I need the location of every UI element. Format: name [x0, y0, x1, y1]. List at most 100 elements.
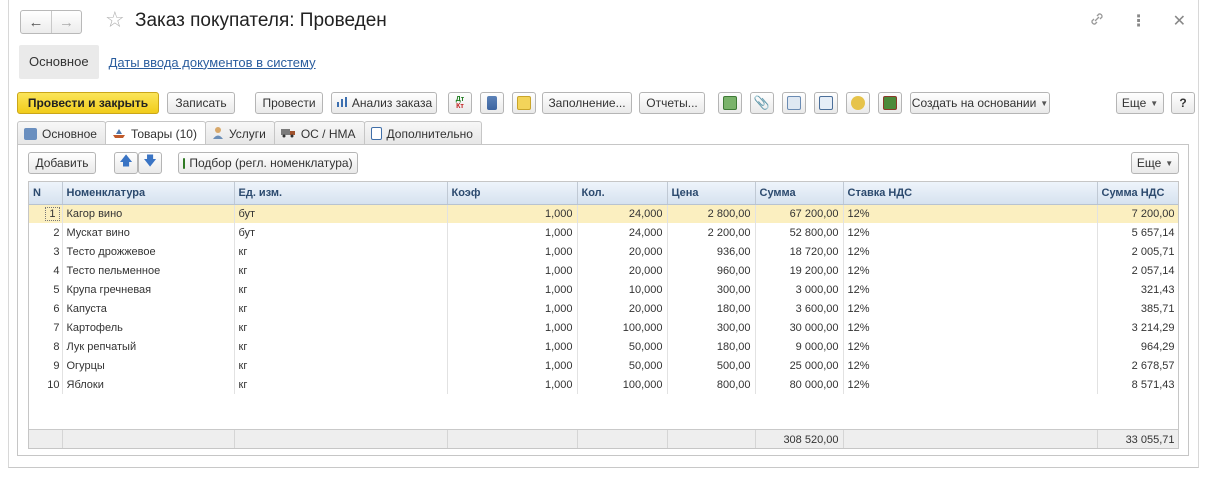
table-cell[interactable]: Тесто дрожжевое: [62, 242, 235, 261]
table-cell[interactable]: 19 200,00: [755, 261, 844, 280]
table-cell[interactable]: кг: [234, 356, 448, 375]
more-vertical-icon[interactable]: ⋮: [1131, 11, 1147, 32]
table-cell[interactable]: кг: [234, 375, 448, 394]
table-row[interactable]: 8 Лук репчатый кг 1,000 50,000 180,00 9 000,00…: [29, 337, 1178, 356]
table-cell[interactable]: 3 000,00: [755, 280, 844, 299]
table-more-button[interactable]: Еще ▼: [1131, 152, 1179, 174]
help-button[interactable]: ?: [1171, 92, 1195, 114]
table-cell[interactable]: кг: [234, 337, 448, 356]
table-cell[interactable]: кг: [234, 261, 448, 280]
table-cell[interactable]: 385,71: [1097, 299, 1178, 318]
table-cell[interactable]: 3: [29, 242, 63, 261]
table-cell[interactable]: 10: [29, 375, 63, 394]
fill-button[interactable]: Заполнение...: [542, 92, 632, 114]
table-cell[interactable]: Крупа гречневая: [62, 280, 235, 299]
table-cell[interactable]: 80 000,00: [755, 375, 844, 394]
table-cell[interactable]: 3 600,00: [755, 299, 844, 318]
table-cell[interactable]: 20,000: [577, 261, 668, 280]
tab-services[interactable]: Услуги: [204, 121, 275, 145]
table-cell[interactable]: 4: [29, 261, 63, 280]
table-cell[interactable]: 12%: [843, 337, 1098, 356]
table-cell[interactable]: 1,000: [447, 299, 578, 318]
list-doc-button[interactable]: [480, 92, 504, 114]
table-cell[interactable]: 12%: [843, 375, 1098, 394]
payment-button[interactable]: [846, 92, 870, 114]
table-cell[interactable]: 6: [29, 299, 63, 318]
table-cell[interactable]: 7 200,00: [1097, 204, 1178, 223]
table-row[interactable]: 10 Яблоки кг 1,000 100,000 800,00 80 000,00 12%…: [29, 375, 1178, 394]
table-cell[interactable]: 50,000: [577, 356, 668, 375]
hierarchy-button[interactable]: [814, 92, 838, 114]
table-cell[interactable]: Огурцы: [62, 356, 235, 375]
save-button[interactable]: Записать: [167, 92, 235, 114]
post-and-close-button[interactable]: Провести и закрыть: [17, 92, 159, 114]
table-cell[interactable]: 7: [29, 318, 63, 337]
column-header[interactable]: Ед. изм.: [234, 182, 448, 205]
table-cell[interactable]: 12%: [843, 318, 1098, 337]
back-button[interactable]: ←: [21, 11, 51, 33]
column-header[interactable]: Сумма: [755, 182, 844, 205]
table-cell[interactable]: бут: [234, 223, 448, 242]
table-cell[interactable]: 24,000: [577, 223, 668, 242]
add-button[interactable]: Добавить: [28, 152, 96, 174]
table-cell[interactable]: Тесто пельменное: [62, 261, 235, 280]
table-cell[interactable]: 800,00: [667, 375, 756, 394]
table-cell[interactable]: кг: [234, 299, 448, 318]
more-button[interactable]: Еще ▼: [1116, 92, 1164, 114]
table-row[interactable]: 6 Капуста кг 1,000 20,000 180,00 3 600,00 12% 38…: [29, 299, 1178, 318]
table-cell[interactable]: 20,000: [577, 242, 668, 261]
table-cell[interactable]: 180,00: [667, 337, 756, 356]
post-button[interactable]: Провести: [255, 92, 323, 114]
move-down-button[interactable]: 🡇: [138, 152, 162, 174]
tab-main[interactable]: Основное: [17, 121, 106, 145]
table-cell[interactable]: кг: [234, 318, 448, 337]
table-cell[interactable]: Мускат вино: [62, 223, 235, 242]
table-cell[interactable]: 936,00: [667, 242, 756, 261]
table-cell[interactable]: 10,000: [577, 280, 668, 299]
table-cell[interactable]: 8: [29, 337, 63, 356]
book-button[interactable]: [878, 92, 902, 114]
table-cell[interactable]: 20,000: [577, 299, 668, 318]
table-cell[interactable]: 1,000: [447, 223, 578, 242]
section-main[interactable]: Основное: [19, 45, 99, 79]
table-row[interactable]: 7 Картофель кг 1,000 100,000 300,00 30 000,00 1…: [29, 318, 1178, 337]
note-button[interactable]: [512, 92, 536, 114]
table-cell[interactable]: 180,00: [667, 299, 756, 318]
table-row[interactable]: 4 Тесто пельменное кг 1,000 20,000 960,00 19 2…: [29, 261, 1178, 280]
table-cell[interactable]: 100,000: [577, 375, 668, 394]
table-cell[interactable]: 12%: [843, 204, 1098, 223]
table-cell[interactable]: 960,00: [667, 261, 756, 280]
table-cell[interactable]: 1,000: [447, 261, 578, 280]
reports-button[interactable]: Отчеты...: [639, 92, 705, 114]
table-cell[interactable]: 12%: [843, 261, 1098, 280]
table-cell[interactable]: 500,00: [667, 356, 756, 375]
table-cell[interactable]: 3 214,29: [1097, 318, 1178, 337]
select-items-button[interactable]: Подбор (регл. номенклатура): [178, 152, 358, 174]
attach-button[interactable]: 📎: [750, 92, 774, 114]
table-cell[interactable]: 12%: [843, 299, 1098, 318]
table-cell[interactable]: 1,000: [447, 337, 578, 356]
table-cell[interactable]: 12%: [843, 356, 1098, 375]
table-cell[interactable]: кг: [234, 280, 448, 299]
tab-fixed-assets[interactable]: ОС / НМА: [273, 121, 365, 145]
table-cell[interactable]: 30 000,00: [755, 318, 844, 337]
structure-button[interactable]: [718, 92, 742, 114]
table-cell[interactable]: 1,000: [447, 242, 578, 261]
table-row[interactable]: 1 Кагор вино бут 1,000 24,000 2 800,00 67 200,…: [29, 204, 1178, 223]
table-cell[interactable]: 67 200,00: [755, 204, 844, 223]
table-cell[interactable]: 2 057,14: [1097, 261, 1178, 280]
table-cell[interactable]: 5 657,14: [1097, 223, 1178, 242]
column-header[interactable]: N: [29, 182, 63, 205]
table-cell[interactable]: 8 571,43: [1097, 375, 1178, 394]
table-cell[interactable]: 1,000: [447, 356, 578, 375]
table-cell[interactable]: 2: [29, 223, 63, 242]
order-analysis-button[interactable]: Анализ заказа: [331, 92, 437, 114]
column-header[interactable]: Цена: [667, 182, 756, 205]
table-cell[interactable]: 2 678,57: [1097, 356, 1178, 375]
table-cell[interactable]: 300,00: [667, 280, 756, 299]
table-cell[interactable]: 50,000: [577, 337, 668, 356]
table-cell[interactable]: 12%: [843, 223, 1098, 242]
table-cell[interactable]: 964,29: [1097, 337, 1178, 356]
column-header[interactable]: Ставка НДС: [843, 182, 1098, 205]
table-cell[interactable]: 12%: [843, 242, 1098, 261]
